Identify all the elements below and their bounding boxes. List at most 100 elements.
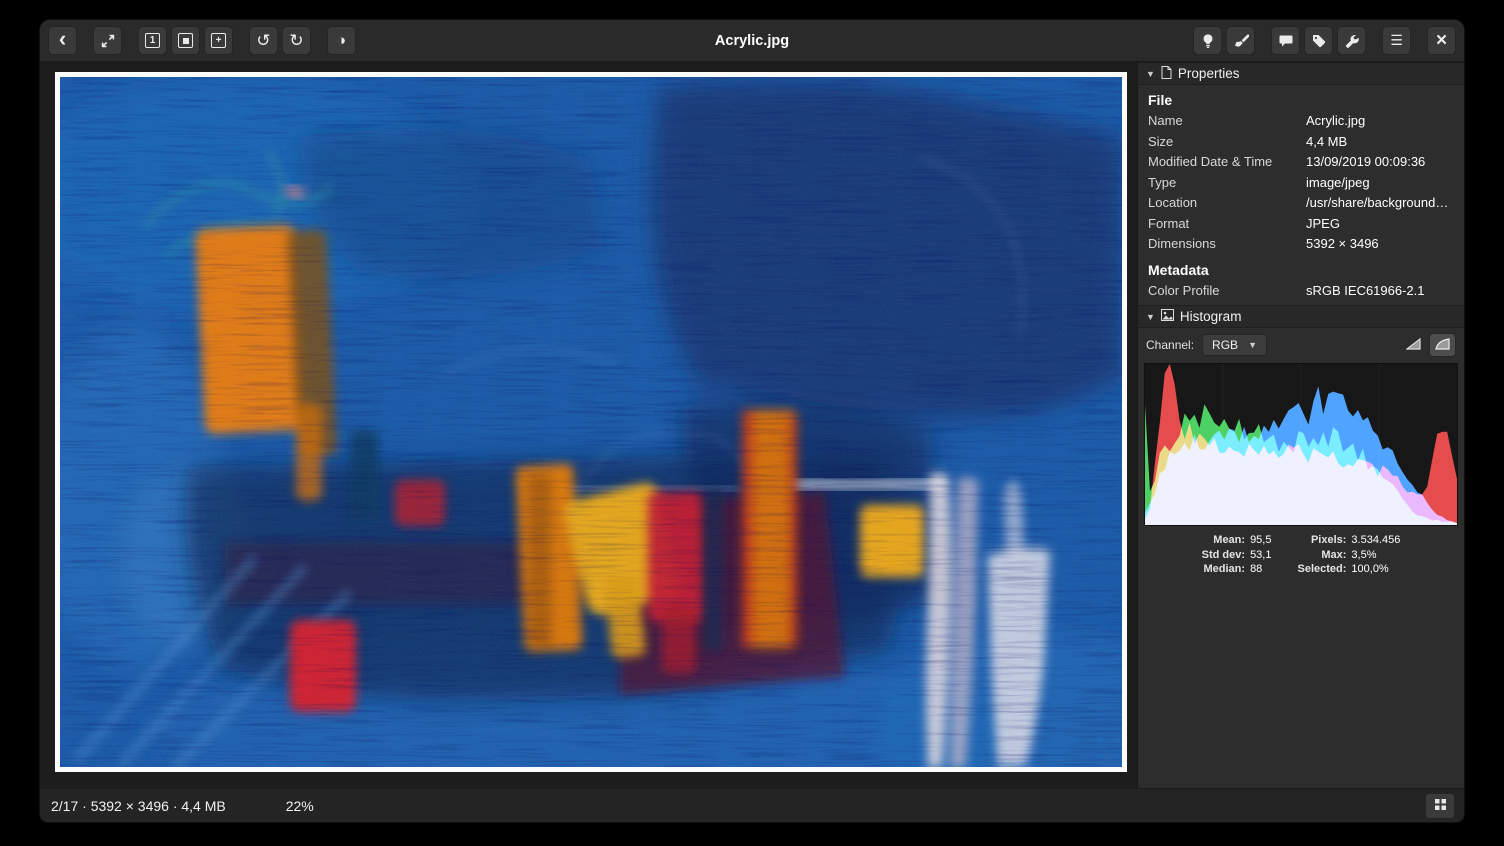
back-icon: ‹	[59, 39, 66, 42]
stats-left-column: Mean: 95,5 Std dev: 53,1 Median: 88	[1202, 534, 1272, 575]
histogram-stats: Mean: 95,5 Std dev: 53,1 Median: 88 Pixe…	[1138, 526, 1464, 581]
stat-label: Std dev:	[1202, 549, 1245, 561]
prop-label: Color Profile	[1148, 283, 1306, 300]
file-section-title: File	[1138, 85, 1464, 111]
zoom-fit-icon	[178, 33, 193, 48]
properties-toggle-button[interactable]	[1193, 26, 1222, 55]
properties-sidebar: ▼ Properties File Name Acrylic.jpg Size …	[1137, 62, 1464, 788]
stat-label: Selected:	[1297, 563, 1346, 575]
histogram-plot	[1145, 364, 1457, 525]
lightbulb-icon	[1200, 33, 1216, 49]
metadata-section-title: Metadata	[1138, 255, 1464, 281]
image-viewport[interactable]	[40, 62, 1137, 788]
stats-right-column: Pixels: 3.534.456 Max: 3,5% Selected: 10…	[1297, 534, 1400, 575]
histogram-linear-button[interactable]	[1400, 333, 1427, 357]
histogram-channel-row: Channel: RGB ▼	[1138, 328, 1464, 362]
main-content: ▼ Properties File Name Acrylic.jpg Size …	[40, 62, 1464, 788]
prop-row-name: Name Acrylic.jpg	[1138, 111, 1464, 132]
prop-label: Format	[1148, 216, 1306, 233]
close-icon: ×	[1436, 30, 1447, 52]
channel-dropdown[interactable]: RGB ▼	[1202, 334, 1267, 356]
prop-row-modified: Modified Date & Time 13/09/2019 00:09:36	[1138, 152, 1464, 173]
histogram-section-header[interactable]: ▼ Histogram	[1138, 305, 1464, 328]
prop-row-format: Format JPEG	[1138, 214, 1464, 235]
image-icon	[1161, 309, 1174, 324]
log-histogram-icon	[1435, 338, 1450, 353]
stat-value: 3,5%	[1351, 549, 1400, 561]
close-button[interactable]: ×	[1427, 26, 1456, 55]
status-bar: 2/17 · 5392 × 3496 · 4,4 MB 22%	[40, 788, 1464, 822]
rotate-right-button[interactable]: ↻	[282, 26, 311, 55]
prop-value: image/jpeg	[1306, 175, 1376, 192]
stat-value: 3.534.456	[1351, 534, 1400, 546]
rotate-right-icon: ↻	[289, 31, 303, 51]
zoom-in-icon: +	[211, 33, 226, 48]
fullscreen-button[interactable]	[93, 26, 122, 55]
adjust-colors-button[interactable]: ◑	[327, 26, 356, 55]
prop-value: 5392 × 3496	[1306, 236, 1385, 253]
tag-icon	[1311, 33, 1327, 49]
fullscreen-icon	[100, 33, 116, 49]
stat-label: Max:	[1297, 549, 1346, 561]
stat-value: 88	[1250, 563, 1271, 575]
properties-title: Properties	[1178, 66, 1240, 81]
edit-button[interactable]	[1226, 26, 1255, 55]
prop-label: Modified Date & Time	[1148, 154, 1306, 171]
prop-label: Dimensions	[1148, 236, 1306, 253]
back-button[interactable]: ‹	[48, 26, 77, 55]
document-icon	[1161, 66, 1172, 82]
prop-label: Type	[1148, 175, 1306, 192]
menu-icon: ☰	[1390, 32, 1403, 49]
app-window: Acrylic.jpg ‹ 1 + ↺ ↻	[40, 20, 1464, 822]
prop-value: JPEG	[1306, 216, 1346, 233]
grid-icon	[1434, 798, 1447, 814]
prop-label: Location	[1148, 195, 1306, 212]
channel-label: Channel:	[1146, 338, 1194, 352]
prop-label: Name	[1148, 113, 1306, 130]
stat-label: Mean:	[1202, 534, 1245, 546]
channel-value: RGB	[1212, 338, 1238, 352]
tools-button[interactable]	[1337, 26, 1366, 55]
zoom-original-button[interactable]: 1	[138, 26, 167, 55]
properties-section-header[interactable]: ▼ Properties	[1138, 62, 1464, 85]
histogram-title: Histogram	[1180, 309, 1242, 324]
image-frame	[55, 72, 1127, 772]
zoom-original-icon: 1	[145, 33, 160, 48]
zoom-in-button[interactable]: +	[204, 26, 233, 55]
prop-value: 4,4 MB	[1306, 134, 1353, 151]
chevron-down-icon: ▼	[1248, 340, 1257, 350]
menu-button[interactable]: ☰	[1382, 26, 1411, 55]
prop-value: Acrylic.jpg	[1306, 113, 1371, 130]
prop-row-color-profile: Color Profile sRGB IEC61966-2.1	[1138, 281, 1464, 302]
status-position-text: 2/17 · 5392 × 3496 · 4,4 MB	[49, 798, 226, 814]
prop-value: /usr/share/background…	[1306, 195, 1454, 212]
histogram-plot-container	[1144, 363, 1458, 526]
prop-row-dimensions: Dimensions 5392 × 3496	[1138, 234, 1464, 255]
comment-icon	[1278, 33, 1294, 49]
tags-button[interactable]	[1304, 26, 1333, 55]
status-zoom-level: 22%	[286, 798, 314, 814]
stat-label: Median:	[1202, 563, 1245, 575]
stat-value: 95,5	[1250, 534, 1271, 546]
rotate-left-icon: ↺	[256, 31, 270, 51]
stat-value: 53,1	[1250, 549, 1271, 561]
histogram-log-button[interactable]	[1429, 333, 1456, 357]
rotate-left-button[interactable]: ↺	[249, 26, 278, 55]
prop-row-size: Size 4,4 MB	[1138, 132, 1464, 153]
prop-value: sRGB IEC61966-2.1	[1306, 283, 1431, 300]
prop-row-location: Location /usr/share/background…	[1138, 193, 1464, 214]
adjust-colors-icon: ◑	[337, 32, 346, 49]
linear-histogram-icon	[1406, 338, 1421, 353]
stat-label: Pixels:	[1297, 534, 1346, 546]
header-bar: Acrylic.jpg ‹ 1 + ↺ ↻	[40, 20, 1464, 62]
prop-row-type: Type image/jpeg	[1138, 173, 1464, 194]
zoom-fit-button[interactable]	[171, 26, 200, 55]
brush-icon	[1233, 33, 1249, 49]
prop-label: Size	[1148, 134, 1306, 151]
stat-value: 100,0%	[1351, 563, 1400, 575]
prop-value: 13/09/2019 00:09:36	[1306, 154, 1431, 171]
comment-button[interactable]	[1271, 26, 1300, 55]
thumbnail-pane-toggle-button[interactable]	[1425, 793, 1455, 819]
chevron-down-icon: ▼	[1146, 69, 1155, 79]
wrench-icon	[1344, 33, 1360, 49]
